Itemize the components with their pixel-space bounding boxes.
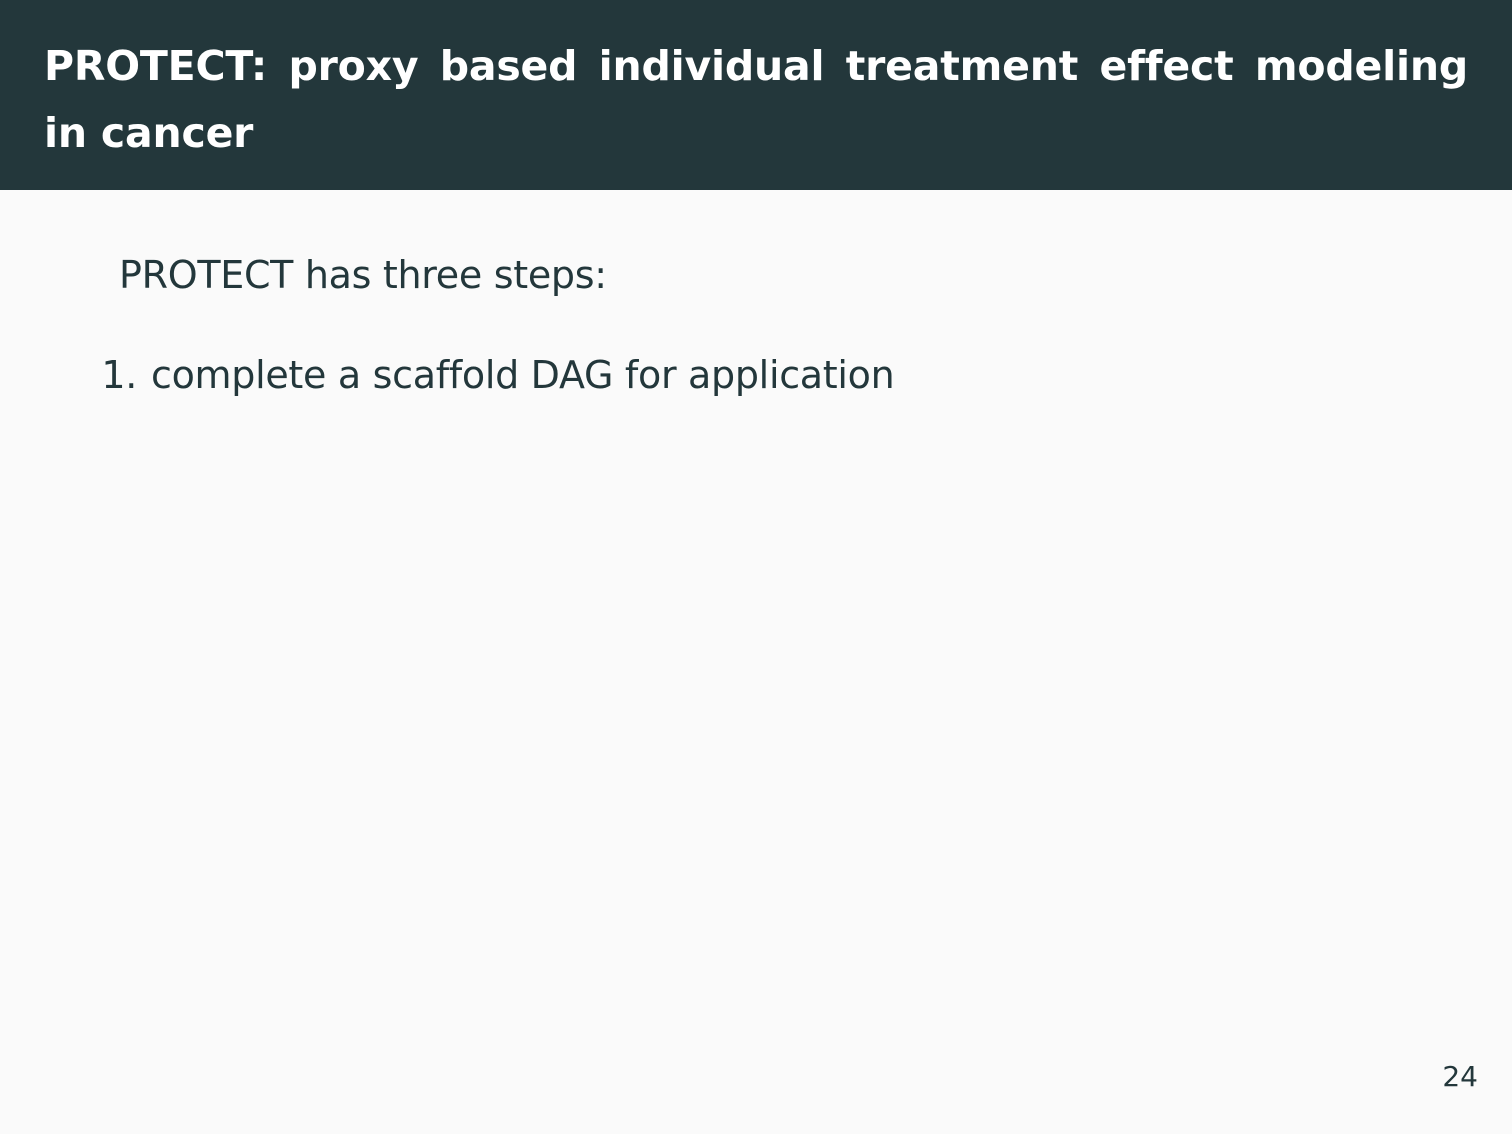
slide-body: PROTECT has three steps: 1. complete a s… bbox=[101, 247, 1419, 403]
list-item: 1. complete a scaffold DAG for applicati… bbox=[101, 347, 1419, 403]
page-number: 24 bbox=[1442, 1060, 1478, 1093]
step-text: complete a scaffold DAG for application bbox=[151, 353, 895, 397]
step-number: 1. bbox=[101, 353, 137, 397]
steps-list: 1. complete a scaffold DAG for applicati… bbox=[101, 347, 1419, 403]
slide-header: PROTECT: proxy based individual treatmen… bbox=[0, 0, 1512, 190]
slide-title: PROTECT: proxy based individual treatmen… bbox=[44, 42, 1468, 157]
intro-text: PROTECT has three steps: bbox=[119, 253, 607, 297]
